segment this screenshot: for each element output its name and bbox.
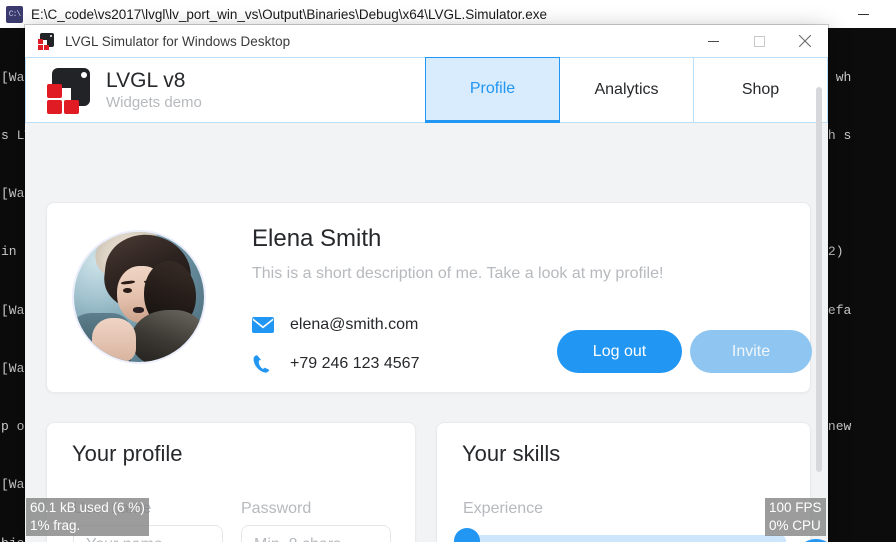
slider-knob[interactable] (454, 528, 480, 542)
profile-name: Elena Smith (252, 225, 382, 252)
envelope-icon (252, 317, 282, 333)
console-icon: C:\ (6, 5, 23, 23)
memory-monitor-overlay: 60.1 kB used (6 %) 1% frag. (26, 498, 149, 536)
tab-analytics[interactable]: Analytics (560, 57, 694, 123)
logout-button[interactable]: Log out (557, 330, 682, 373)
profile-email-row: elena@smith.com (252, 316, 418, 334)
invite-button[interactable]: Invite (690, 330, 812, 373)
profile-email: elena@smith.com (290, 316, 419, 333)
lvgl-logo-icon (43, 66, 91, 114)
brand-title: LVGL v8 (106, 69, 186, 92)
lvgl-logo-icon (37, 32, 54, 50)
phone-icon (252, 354, 282, 374)
experience-label: Experience (463, 500, 544, 517)
lvgl-canvas: LVGL v8 Widgets demo Profile Analytics S… (25, 57, 828, 542)
console-minimize-button[interactable] (846, 2, 880, 26)
performance-monitor-overlay: 100 FPS 0% CPU (765, 498, 826, 536)
password-label: Password (241, 500, 312, 517)
profile-card: Elena Smith This is a short description … (46, 202, 812, 393)
window-controls (690, 25, 828, 57)
simulator-titlebar[interactable]: LVGL Simulator for Windows Desktop (25, 25, 828, 57)
your-skills-title: Your skills (462, 441, 561, 466)
your-profile-title: Your profile (72, 441, 183, 466)
profile-phone-row: +79 246 123 4567 (252, 354, 419, 374)
tab-shop[interactable]: Shop (694, 57, 828, 123)
maximize-icon[interactable] (736, 25, 782, 57)
brand-subtitle: Widgets demo (106, 94, 202, 111)
header-tab-row: LVGL v8 Widgets demo Profile Analytics S… (25, 57, 828, 123)
vertical-scrollbar[interactable] (816, 87, 822, 472)
console-title: E:\C_code\vs2017\lvgl\lv_port_win_vs\Out… (31, 6, 548, 22)
profile-phone: +79 246 123 4567 (290, 355, 420, 372)
profile-description: This is a short description of me. Take … (252, 265, 664, 282)
brand-block: LVGL v8 Widgets demo (25, 57, 425, 123)
tab-profile[interactable]: Profile (425, 57, 560, 123)
password-input[interactable]: Min. 8 chars. (241, 525, 391, 542)
your-skills-card: Your skills Experience Hard working Team… (436, 422, 811, 542)
screen: C:\ E:\C_code\vs2017\lvgl\lv_port_win_vs… (0, 0, 896, 542)
console-titlebar: C:\ E:\C_code\vs2017\lvgl\lv_port_win_vs… (0, 0, 896, 28)
lvgl-simulator-window: LVGL Simulator for Windows Desktop LVGL … (25, 25, 828, 542)
close-icon[interactable] (782, 25, 828, 57)
minimize-icon[interactable] (690, 25, 736, 57)
avatar (72, 230, 206, 364)
simulator-title: LVGL Simulator for Windows Desktop (65, 33, 291, 49)
experience-slider[interactable] (454, 528, 786, 542)
